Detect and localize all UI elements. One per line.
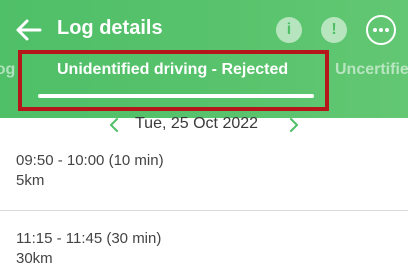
list-item[interactable]: 09:50 - 10:00 (10 min) 5km bbox=[16, 151, 164, 191]
entry-time: 09:50 - 10:00 (10 min) bbox=[16, 152, 164, 169]
tab-next[interactable]: Uncertified bbox=[335, 61, 408, 79]
entry-distance: 5km bbox=[16, 172, 45, 189]
page-title: Log details bbox=[57, 17, 163, 39]
more-dots-icon bbox=[373, 28, 389, 32]
previous-date-chevron-icon[interactable] bbox=[108, 115, 120, 135]
date-label: Tue, 25 Oct 2022 bbox=[135, 115, 259, 132]
list-divider bbox=[0, 210, 408, 211]
tab-previous[interactable]: Log bbox=[0, 61, 15, 79]
entry-distance: 30km bbox=[16, 250, 53, 267]
more-options-button[interactable] bbox=[366, 15, 396, 45]
back-arrow-icon[interactable] bbox=[14, 18, 42, 42]
list-item[interactable]: 11:15 - 11:45 (30 min) 30km bbox=[16, 229, 161, 269]
info-icon: i bbox=[286, 21, 292, 38]
info-button[interactable]: i bbox=[276, 17, 302, 43]
date-navigator: Tue, 25 Oct 2022 bbox=[0, 112, 408, 138]
next-date-chevron-icon[interactable] bbox=[288, 115, 300, 135]
alert-icon: ! bbox=[331, 21, 337, 38]
entry-time: 11:15 - 11:45 (30 min) bbox=[16, 230, 162, 247]
highlight-annotation-box bbox=[18, 50, 329, 111]
alert-button[interactable]: ! bbox=[321, 17, 347, 43]
